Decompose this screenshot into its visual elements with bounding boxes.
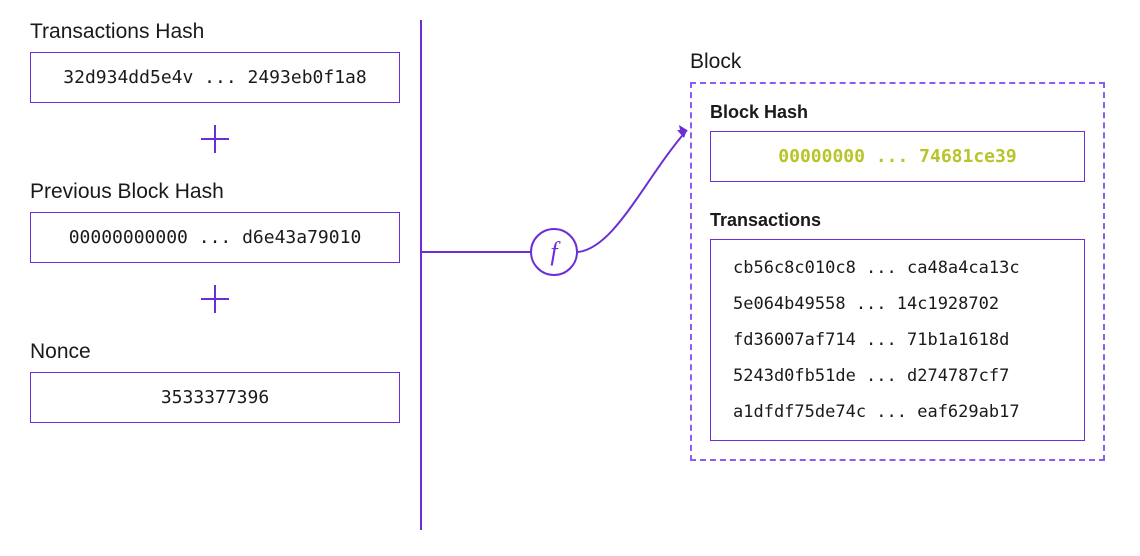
nonce-label: Nonce <box>30 340 400 364</box>
previous-block-hash-label: Previous Block Hash <box>30 180 400 204</box>
transactions-hash-group: Transactions Hash 32d934dd5e4v ... 2493e… <box>30 20 400 103</box>
transactions-label: Transactions <box>710 210 1085 231</box>
transactions-hash-label: Transactions Hash <box>30 20 400 44</box>
nonce-group: Nonce 3533377396 <box>30 340 400 423</box>
block-box: Block Hash 00000000 ... 74681ce39 Transa… <box>690 82 1105 461</box>
nonce-value: 3533377396 <box>30 372 400 423</box>
previous-block-hash-value: 00000000000 ... d6e43a79010 <box>30 212 400 263</box>
transactions-hash-value: 32d934dd5e4v ... 2493eb0f1a8 <box>30 52 400 103</box>
diagram-container: Transactions Hash 32d934dd5e4v ... 2493e… <box>0 0 1140 556</box>
function-node: f <box>530 228 578 276</box>
divider-line <box>420 20 422 530</box>
block-container: Block Block Hash 00000000 ... 74681ce39 … <box>690 50 1105 461</box>
inputs-column: Transactions Hash 32d934dd5e4v ... 2493e… <box>30 20 400 423</box>
block-hash-value: 00000000 ... 74681ce39 <box>710 131 1085 182</box>
arrow-icon <box>575 118 695 258</box>
plus-icon <box>30 281 400 322</box>
transaction-row: a1dfdf75de74c ... eaf629ab17 <box>733 402 1062 422</box>
transaction-row: cb56c8c010c8 ... ca48a4ca13c <box>733 258 1062 278</box>
block-title: Block <box>690 50 1105 74</box>
transactions-list: cb56c8c010c8 ... ca48a4ca13c 5e064b49558… <box>710 239 1085 441</box>
transaction-row: 5243d0fb51de ... d274787cf7 <box>733 366 1062 386</box>
plus-icon <box>30 121 400 162</box>
connector-line <box>420 251 533 253</box>
block-hash-label: Block Hash <box>710 102 1085 123</box>
function-symbol: f <box>550 237 557 267</box>
transaction-row: 5e064b49558 ... 14c1928702 <box>733 294 1062 314</box>
previous-block-hash-group: Previous Block Hash 00000000000 ... d6e4… <box>30 180 400 263</box>
transaction-row: fd36007af714 ... 71b1a1618d <box>733 330 1062 350</box>
